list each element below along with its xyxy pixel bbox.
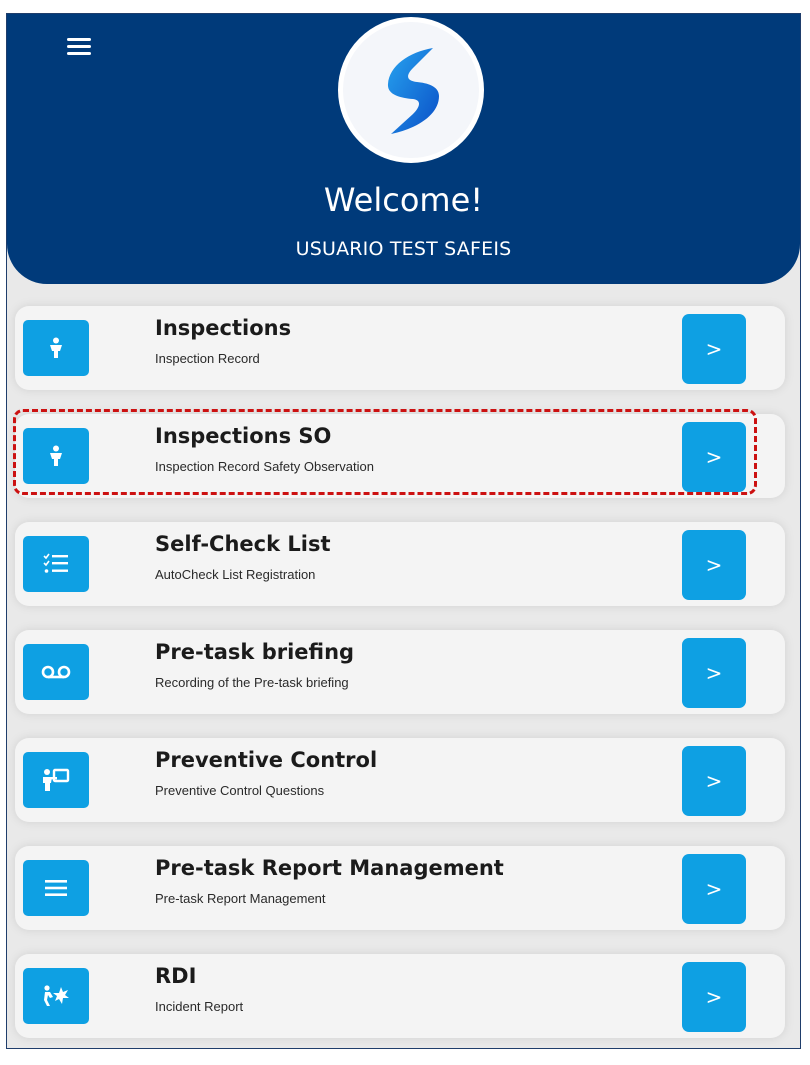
open-button[interactable]: >	[682, 422, 746, 492]
open-button[interactable]: >	[682, 746, 746, 816]
person-icon	[23, 320, 89, 376]
card-subtitle: Preventive Control Questions	[155, 783, 325, 798]
open-button[interactable]: >	[682, 638, 746, 708]
card-subtitle: AutoCheck List Registration	[155, 567, 316, 582]
app-window: Welcome! USUARIO TEST SAFEIS Inspections…	[6, 13, 801, 1049]
checklist-icon	[23, 536, 89, 592]
header: Welcome! USUARIO TEST SAFEIS	[7, 14, 800, 284]
card-subtitle: Inspection Record	[155, 351, 260, 366]
list-lines-icon	[23, 860, 89, 916]
open-button[interactable]: >	[682, 962, 746, 1032]
card-title: Inspections	[155, 316, 292, 340]
menu-card-inspections-so[interactable]: Inspections SO Inspection Record Safety …	[15, 414, 785, 498]
open-button[interactable]: >	[682, 314, 746, 384]
person-icon	[23, 428, 89, 484]
card-title: Inspections SO	[155, 424, 332, 448]
presenter-icon	[23, 752, 89, 808]
card-title: Pre-task Report Management	[155, 856, 504, 880]
card-title: Self-Check List	[155, 532, 331, 556]
voicemail-icon	[23, 644, 89, 700]
card-subtitle: Inspection Record Safety Observation	[155, 459, 374, 474]
user-name: USUARIO TEST SAFEIS	[295, 238, 512, 260]
hamburger-menu-icon[interactable]	[67, 38, 91, 58]
menu-card-inspections[interactable]: Inspections Inspection Record >	[15, 306, 785, 390]
card-title: Pre-task briefing	[155, 640, 355, 664]
card-subtitle: Pre-task Report Management	[155, 891, 326, 906]
card-subtitle: Incident Report	[155, 999, 244, 1014]
card-title: RDI	[155, 964, 197, 988]
open-button[interactable]: >	[682, 530, 746, 600]
menu-card-self-check-list[interactable]: Self-Check List AutoCheck List Registrat…	[15, 522, 785, 606]
incident-icon	[23, 968, 89, 1024]
card-title: Preventive Control	[155, 748, 378, 772]
menu-card-rdi[interactable]: RDI Incident Report >	[15, 954, 785, 1038]
swoosh-logo-icon	[338, 17, 484, 163]
card-subtitle: Recording of the Pre-task briefing	[155, 675, 349, 690]
menu-card-preventive-control[interactable]: Preventive Control Preventive Control Qu…	[15, 738, 785, 822]
menu-card-pre-task-briefing[interactable]: Pre-task briefing Recording of the Pre-t…	[15, 630, 785, 714]
menu-card-pre-task-report-management[interactable]: Pre-task Report Management Pre-task Repo…	[15, 846, 785, 930]
welcome-heading: Welcome!	[323, 181, 484, 219]
open-button[interactable]: >	[682, 854, 746, 924]
